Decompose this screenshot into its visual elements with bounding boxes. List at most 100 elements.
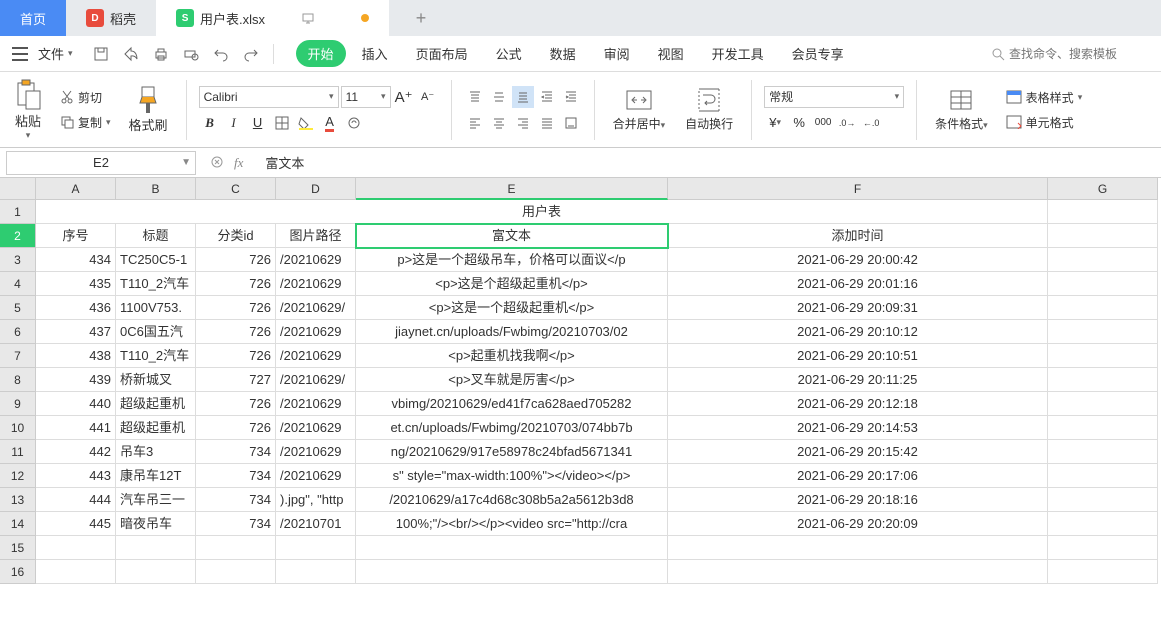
cell[interactable]: ).jpg", "http	[276, 488, 356, 512]
redo-icon[interactable]	[243, 46, 259, 62]
cell[interactable]: 超级起重机	[116, 392, 196, 416]
cell[interactable]: 434	[36, 248, 116, 272]
tab-daoqiao[interactable]: D 稻壳	[66, 0, 156, 36]
cell-format-button[interactable]: 单元格式	[1002, 112, 1087, 133]
cell[interactable]: 2021-06-29 20:10:51	[668, 344, 1048, 368]
indent-increase-icon[interactable]	[560, 86, 582, 108]
ribbon-tab-vip[interactable]: 会员专享	[780, 40, 856, 67]
cell[interactable]: ng/20210629/917e58978c24bfad5671341	[356, 440, 668, 464]
decrease-font-icon[interactable]: A⁻	[417, 86, 439, 108]
cell[interactable]: 2021-06-29 20:15:42	[668, 440, 1048, 464]
ribbon-tab-data[interactable]: 数据	[538, 40, 588, 67]
select-all-corner[interactable]	[0, 178, 36, 200]
align-bottom-icon[interactable]	[512, 86, 534, 108]
cell[interactable]: 437	[36, 320, 116, 344]
row-header[interactable]: 13	[0, 488, 36, 512]
cell[interactable]: 2021-06-29 20:17:06	[668, 464, 1048, 488]
cell[interactable]: 726	[196, 344, 276, 368]
row-header[interactable]: 8	[0, 368, 36, 392]
cell[interactable]: 727	[196, 368, 276, 392]
cell[interactable]: 0C6国五汽	[116, 320, 196, 344]
cell[interactable]: 442	[36, 440, 116, 464]
save-icon[interactable]	[93, 46, 109, 62]
increase-font-icon[interactable]: A⁺	[393, 86, 415, 108]
tab-file[interactable]: S 用户表.xlsx	[156, 0, 389, 36]
table-style-button[interactable]: 表格样式▾	[1002, 87, 1087, 108]
cell[interactable]	[1048, 344, 1158, 368]
cell[interactable]	[1048, 320, 1158, 344]
cell[interactable]	[1048, 248, 1158, 272]
row-header[interactable]: 1	[0, 200, 36, 224]
cell[interactable]	[1048, 464, 1158, 488]
align-left-icon[interactable]	[464, 112, 486, 134]
cell[interactable]: /20210629/	[276, 368, 356, 392]
cell[interactable]: /20210629	[276, 464, 356, 488]
cell[interactable]: p>这是一个超级吊车，价格可以面议</p	[356, 248, 668, 272]
col-header-B[interactable]: B	[116, 178, 196, 200]
print-preview-icon[interactable]	[183, 46, 199, 62]
cell[interactable]: /20210629/a17c4d68c308b5a2a5612b3d8	[356, 488, 668, 512]
justify-icon[interactable]	[536, 112, 558, 134]
undo-icon[interactable]	[213, 46, 229, 62]
comma-icon[interactable]: 000	[812, 112, 834, 134]
cut-button[interactable]: 剪切	[56, 87, 115, 108]
ribbon-tab-formula[interactable]: 公式	[484, 40, 534, 67]
paste-button[interactable]: 粘贴▾	[8, 79, 48, 141]
cell[interactable]: 726	[196, 248, 276, 272]
cell[interactable]	[116, 536, 196, 560]
format-painter-button[interactable]: 格式刷	[123, 85, 174, 134]
cell[interactable]: <p>叉车就是厉害</p>	[356, 368, 668, 392]
cell[interactable]	[668, 560, 1048, 584]
increase-decimal-icon[interactable]: .0→	[836, 112, 858, 134]
font-size-select[interactable]: 11▾	[341, 86, 391, 108]
align-center-icon[interactable]	[488, 112, 510, 134]
cell[interactable]: 726	[196, 320, 276, 344]
tab-new[interactable]: +	[389, 0, 453, 36]
cell[interactable]	[1048, 488, 1158, 512]
currency-icon[interactable]: ¥▾	[764, 112, 786, 134]
cell[interactable]: 分类id	[196, 224, 276, 248]
cell[interactable]: jiaynet.cn/uploads/Fwbimg/20210703/02	[356, 320, 668, 344]
cancel-icon[interactable]	[210, 155, 224, 169]
cell[interactable]: 100%;"/><br/></p><video src="http://cra	[356, 512, 668, 536]
cell[interactable]: 暗夜吊车	[116, 512, 196, 536]
cell[interactable]: /20210629	[276, 248, 356, 272]
cell[interactable]: /20210629	[276, 272, 356, 296]
cell[interactable]	[356, 560, 668, 584]
cell[interactable]	[276, 560, 356, 584]
sheet-title-cell[interactable]: 用户表	[36, 200, 1048, 224]
row-header[interactable]: 7	[0, 344, 36, 368]
ribbon-tab-view[interactable]: 视图	[646, 40, 696, 67]
command-search[interactable]	[991, 47, 1149, 61]
cell[interactable]	[36, 536, 116, 560]
cell[interactable]: 1100V753.	[116, 296, 196, 320]
cell[interactable]: et.cn/uploads/Fwbimg/20210703/074bb7b	[356, 416, 668, 440]
row-header[interactable]: 2	[0, 224, 36, 248]
name-box[interactable]: E2 ▼	[6, 151, 196, 175]
cell[interactable]: /20210629	[276, 392, 356, 416]
cell[interactable]: 2021-06-29 20:09:31	[668, 296, 1048, 320]
cell[interactable]: 2021-06-29 20:14:53	[668, 416, 1048, 440]
bold-button[interactable]: B	[199, 112, 221, 134]
cell[interactable]: <p>这是个超级起重机</p>	[356, 272, 668, 296]
cell[interactable]	[1048, 224, 1158, 248]
row-header[interactable]: 10	[0, 416, 36, 440]
selected-cell[interactable]: 富文本	[356, 224, 668, 248]
cell[interactable]	[1048, 296, 1158, 320]
presentation-icon[interactable]	[301, 11, 315, 25]
highlight-button[interactable]	[343, 112, 365, 134]
cell[interactable]: 2021-06-29 20:20:09	[668, 512, 1048, 536]
share-icon[interactable]	[123, 46, 139, 62]
merge-cells-button[interactable]: 合并居中▾	[607, 87, 672, 132]
cell[interactable]	[1048, 200, 1158, 224]
cell[interactable]: 超级起重机	[116, 416, 196, 440]
cell[interactable]	[1048, 368, 1158, 392]
cell[interactable]: T110_2汽车	[116, 344, 196, 368]
cell[interactable]: 添加时间	[668, 224, 1048, 248]
orientation-icon[interactable]	[560, 112, 582, 134]
cell[interactable]: 726	[196, 392, 276, 416]
col-header-D[interactable]: D	[276, 178, 356, 200]
file-menu[interactable]: 文件 ▾	[32, 44, 79, 63]
cell[interactable]: 2021-06-29 20:01:16	[668, 272, 1048, 296]
cell[interactable]: 2021-06-29 20:00:42	[668, 248, 1048, 272]
